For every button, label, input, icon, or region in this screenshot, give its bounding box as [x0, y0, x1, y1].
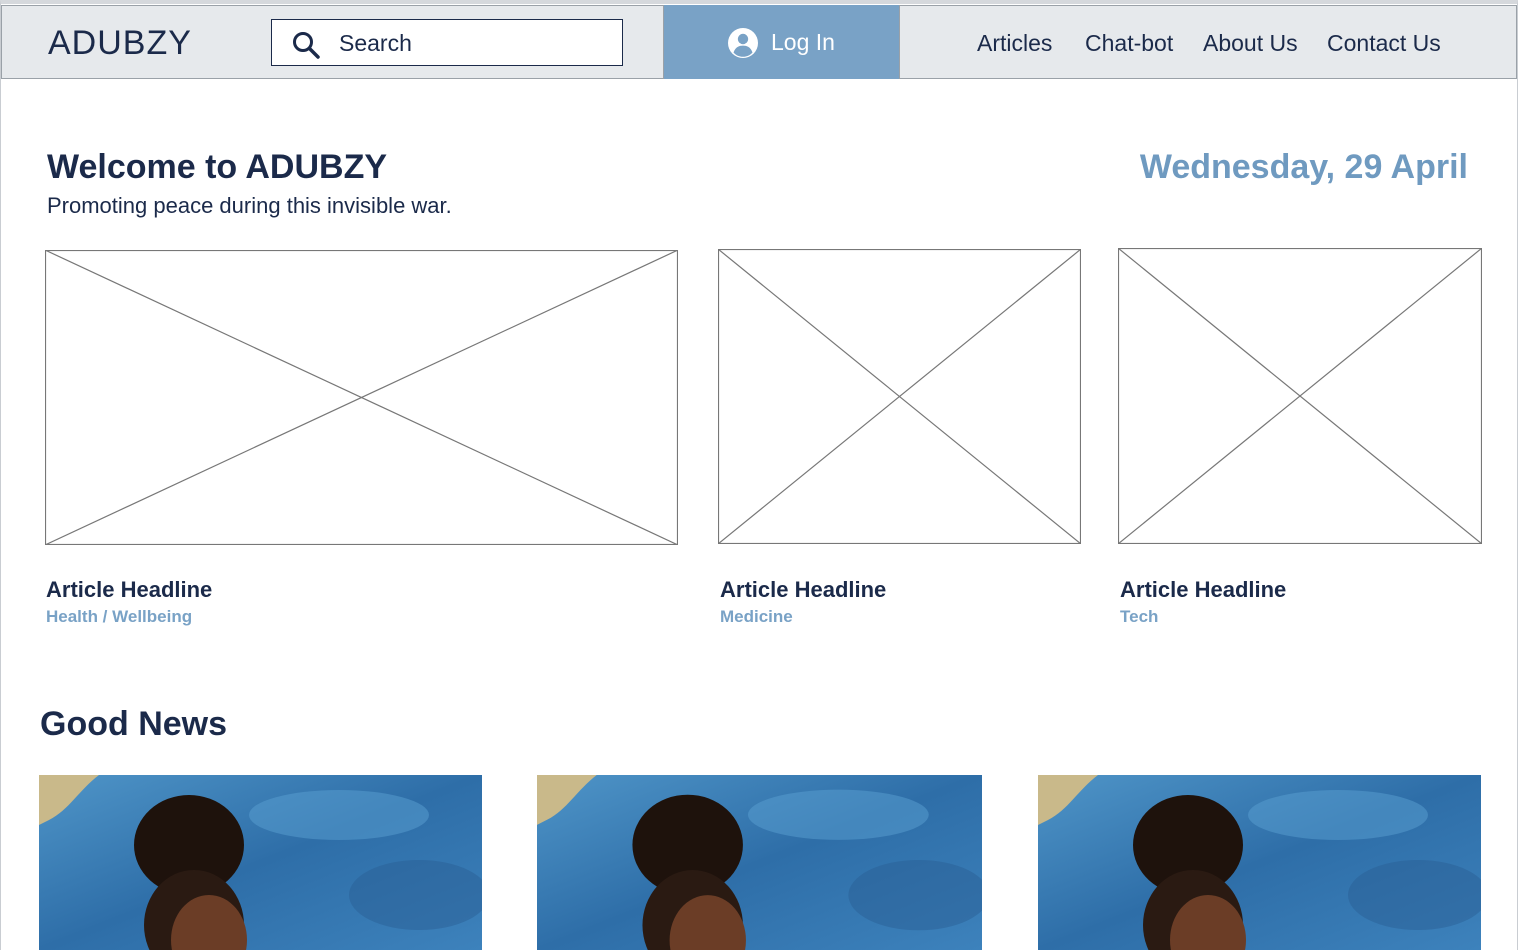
article-image-placeholder[interactable]: [1118, 248, 1482, 544]
image-placeholder-icon: [1118, 248, 1482, 544]
article-category[interactable]: Health / Wellbeing: [46, 607, 192, 627]
article-headline[interactable]: Article Headline: [720, 577, 886, 603]
site-logo[interactable]: ADUBZY: [48, 24, 192, 63]
image-placeholder-icon: [45, 250, 678, 545]
nav-chat-bot[interactable]: Chat-bot: [1085, 30, 1173, 57]
portrait-photo-image: [39, 775, 482, 950]
welcome-title: Welcome to ADUBZY: [47, 148, 388, 186]
nav-contact-us[interactable]: Contact Us: [1327, 30, 1441, 57]
welcome-subtitle: Promoting peace during this invisible wa…: [47, 193, 452, 218]
search-box[interactable]: Search: [271, 19, 623, 66]
article-image-placeholder[interactable]: [718, 249, 1081, 544]
nav-articles[interactable]: Articles: [977, 30, 1052, 57]
article-headline[interactable]: Article Headline: [46, 577, 212, 603]
portrait-photo-image: [1038, 775, 1481, 950]
search-icon: [293, 32, 320, 59]
good-news-photo[interactable]: [1038, 775, 1481, 950]
article-category[interactable]: Tech: [1120, 607, 1158, 627]
article-image-placeholder[interactable]: [45, 250, 678, 545]
top-navbar: ADUBZY Search Log In Articles Chat-bot A…: [1, 5, 1517, 79]
search-placeholder: Search: [339, 30, 412, 56]
good-news-photo[interactable]: [537, 775, 982, 950]
article-category[interactable]: Medicine: [720, 607, 793, 627]
good-news-heading: Good News: [40, 705, 228, 743]
good-news-photo[interactable]: [39, 775, 482, 950]
nav-about-us[interactable]: About Us: [1203, 30, 1298, 57]
current-date: Wednesday, 29 April: [1139, 148, 1468, 186]
user-account-icon: [728, 28, 758, 58]
image-placeholder-icon: [718, 249, 1081, 544]
login-button[interactable]: Log In: [663, 5, 900, 79]
article-headline[interactable]: Article Headline: [1120, 577, 1286, 603]
login-label: Log In: [771, 29, 835, 55]
portrait-photo-image: [537, 775, 982, 950]
